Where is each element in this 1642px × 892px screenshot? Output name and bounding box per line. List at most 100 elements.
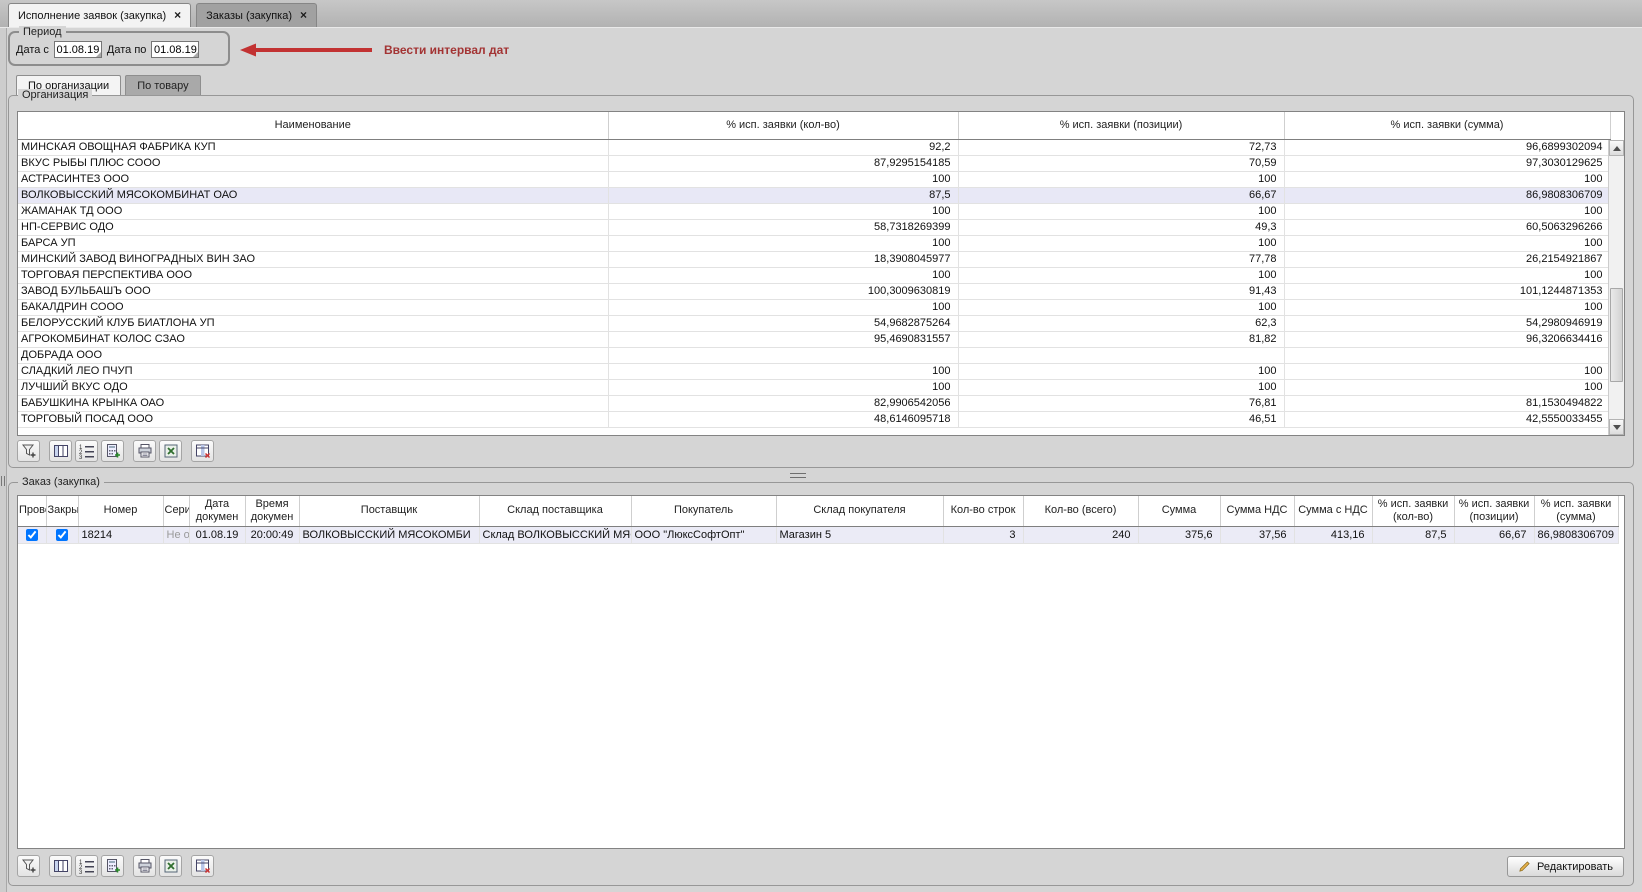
tab-ispolnenie-zayavok[interactable]: Исполнение заявок (закупка) × (8, 3, 191, 27)
org-qty-cell: 100 (608, 235, 958, 251)
org-sum-cell: 96,6899302094 (1284, 139, 1610, 155)
row-numbers-icon[interactable]: 123 (75, 855, 98, 877)
table-row[interactable]: ЛУЧШИЙ ВКУС ОДО 100 100 100 (18, 379, 1610, 395)
table-row[interactable]: БАКАЛДРИН СООО 100 100 100 (18, 299, 1610, 315)
splitter-grip-icon (790, 473, 806, 478)
column-header-supplier[interactable]: Поставщик (299, 496, 479, 526)
organization-toolbar: 123 (17, 440, 217, 462)
table-row[interactable]: НП-СЕРВИС ОДО 58,7318269399 49,3 60,5063… (18, 219, 1610, 235)
number-cell: 18214 (78, 526, 163, 543)
org-name-cell: БЕЛОРУССКИЙ КЛУБ БИАТЛОНА УП (18, 315, 608, 331)
column-header-supplier-warehouse[interactable]: Склад поставщика (479, 496, 631, 526)
org-qty-cell: 100 (608, 299, 958, 315)
table-row[interactable]: ВКУС РЫБЫ ПЛЮС СООО 87,9295154185 70,59 … (18, 155, 1610, 171)
column-header-pct-pos[interactable]: % исп. заявки (позиции) (1454, 496, 1534, 526)
table-row[interactable]: ДОБРАДА ООО (18, 347, 1610, 363)
org-sum-cell: 101,1244871353 (1284, 283, 1610, 299)
annotation-text: Ввести интервал дат (384, 43, 509, 57)
column-header-pct-sum[interactable]: % исп. заявки (сумма) (1284, 112, 1610, 139)
filter-add-icon[interactable] (17, 855, 40, 877)
org-sum-cell: 100 (1284, 171, 1610, 187)
columns-icon[interactable] (49, 855, 72, 877)
table-row[interactable]: МИНСКАЯ ОВОЩНАЯ ФАБРИКА КУП 92,2 72,73 9… (18, 139, 1610, 155)
org-sum-cell: 54,2980946919 (1284, 315, 1610, 331)
org-pos-cell: 72,73 (958, 139, 1284, 155)
column-header-number[interactable]: Номер (78, 496, 163, 526)
column-header-name[interactable]: Наименование (18, 112, 608, 139)
close-icon[interactable]: × (300, 10, 307, 21)
org-pos-cell: 62,3 (958, 315, 1284, 331)
left-splitter[interactable] (0, 28, 7, 892)
closed-checkbox[interactable] (56, 529, 68, 541)
sum-with-vat-cell: 413,16 (1294, 526, 1372, 543)
columns-icon[interactable] (49, 440, 72, 462)
row-numbers-icon[interactable]: 123 (75, 440, 98, 462)
print-icon[interactable] (133, 855, 156, 877)
scrollbar-thumb[interactable] (1610, 288, 1623, 382)
column-header-buyer-warehouse[interactable]: Склад покупателя (776, 496, 943, 526)
excel-export-icon[interactable] (159, 855, 182, 877)
edit-button[interactable]: Редактировать (1507, 856, 1624, 877)
column-header-pct-qty[interactable]: % исп. заявки (кол-во) (1372, 496, 1454, 526)
organization-grid: Наименование % исп. заявки (кол-во) % ис… (17, 111, 1625, 436)
org-pos-cell: 49,3 (958, 219, 1284, 235)
table-row[interactable]: ТОРГОВЫЙ ПОСАД ООО 48,6146095718 46,51 4… (18, 411, 1610, 427)
calculator-add-icon[interactable] (101, 855, 124, 877)
column-header-proved[interactable]: Прове (18, 496, 46, 526)
column-header-sum-with-vat[interactable]: Сумма с НДС (1294, 496, 1372, 526)
scroll-up-icon[interactable] (1609, 140, 1624, 156)
date-from-input[interactable] (54, 41, 102, 58)
vertical-scrollbar[interactable] (1608, 140, 1624, 435)
org-pos-cell: 100 (958, 235, 1284, 251)
org-pos-cell: 100 (958, 171, 1284, 187)
proved-checkbox[interactable] (26, 529, 38, 541)
date-to-input[interactable] (151, 41, 199, 58)
column-header-buyer[interactable]: Покупатель (631, 496, 776, 526)
order-row[interactable]: 18214 Не о 01.08.19 20:00:49 ВОЛКОВЫССКИ… (18, 526, 1618, 543)
close-icon[interactable]: × (174, 10, 181, 21)
table-row[interactable]: МИНСКИЙ ЗАВОД ВИНОГРАДНЫХ ВИН ЗАО 18,390… (18, 251, 1610, 267)
column-header-line-count[interactable]: Кол-во строк (943, 496, 1023, 526)
org-sum-cell (1284, 347, 1610, 363)
column-header-closed[interactable]: Закры (46, 496, 78, 526)
table-row[interactable]: ТОРГОВАЯ ПЕРСПЕКТИВА ООО 100 100 100 (18, 267, 1610, 283)
column-header-pct-qty[interactable]: % исп. заявки (кол-во) (608, 112, 958, 139)
print-icon[interactable] (133, 440, 156, 462)
column-settings-icon[interactable] (191, 855, 214, 877)
table-row-selected[interactable]: ВОЛКОВЫССКИЙ МЯСОКОМБИНАТ ОАО 87,5 66,67… (18, 187, 1610, 203)
tab-zakazy[interactable]: Заказы (закупка) × (196, 3, 317, 27)
panel-splitter[interactable] (8, 471, 1634, 479)
calculator-add-icon[interactable] (101, 440, 124, 462)
filter-add-icon[interactable] (17, 440, 40, 462)
table-row[interactable]: БАРСА УП 100 100 100 (18, 235, 1610, 251)
table-row[interactable]: БЕЛОРУССКИЙ КЛУБ БИАТЛОНА УП 54,96828752… (18, 315, 1610, 331)
org-qty-cell: 100 (608, 267, 958, 283)
table-row[interactable]: СЛАДКИЙ ЛЕО ПЧУП 100 100 100 (18, 363, 1610, 379)
org-name-cell: БАКАЛДРИН СООО (18, 299, 608, 315)
date-to-wrap (151, 41, 199, 58)
excel-export-icon[interactable] (159, 440, 182, 462)
column-header-series[interactable]: Сери (163, 496, 189, 526)
buyer-warehouse-cell: Магазин 5 (776, 526, 943, 543)
org-sum-cell: 100 (1284, 379, 1610, 395)
table-row[interactable]: АСТРАСИНТЕЗ ООО 100 100 100 (18, 171, 1610, 187)
scroll-down-icon[interactable] (1609, 419, 1624, 435)
order-toolbar: 123 (17, 855, 217, 877)
column-header-sum-vat[interactable]: Сумма НДС (1220, 496, 1294, 526)
edit-button-label: Редактировать (1537, 861, 1613, 873)
column-header-doc-date[interactable]: Дата докумен (189, 496, 245, 526)
column-settings-icon[interactable] (191, 440, 214, 462)
table-row[interactable]: ЖАМАНАК ТД ООО 100 100 100 (18, 203, 1610, 219)
column-header-pct-sum[interactable]: % исп. заявки (сумма) (1534, 496, 1618, 526)
organization-legend: Организация (18, 89, 92, 101)
table-row[interactable]: ЗАВОД БУЛЬБАШЪ ООО 100,3009630819 91,43 … (18, 283, 1610, 299)
column-header-qty-total[interactable]: Кол-во (всего) (1023, 496, 1138, 526)
table-row[interactable]: АГРОКОМБИНАТ КОЛОС СЗАО 95,4690831557 81… (18, 331, 1610, 347)
column-header-sum[interactable]: Сумма (1138, 496, 1220, 526)
org-qty-cell: 87,9295154185 (608, 155, 958, 171)
column-header-pct-pos[interactable]: % исп. заявки (позиции) (958, 112, 1284, 139)
pencil-icon (1518, 860, 1531, 873)
tab-po-tovaru[interactable]: По товару (125, 75, 200, 95)
column-header-doc-time[interactable]: Время докумен (245, 496, 299, 526)
table-row[interactable]: БАБУШКИНА КРЫНКА ОАО 82,9906542056 76,81… (18, 395, 1610, 411)
